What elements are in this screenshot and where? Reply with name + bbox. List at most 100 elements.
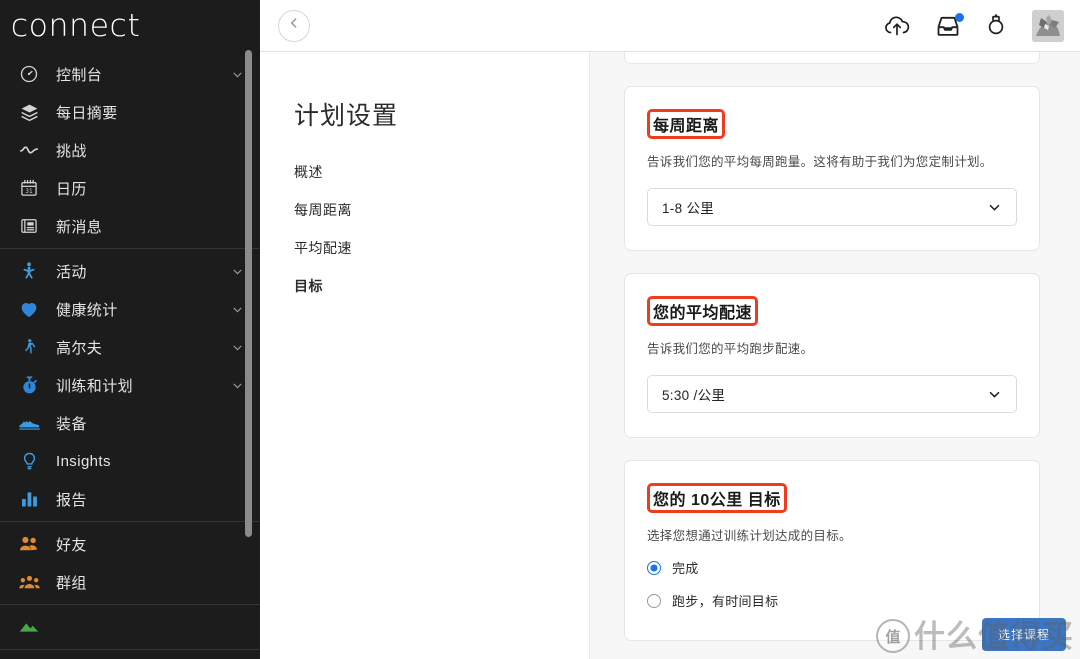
weekly-distance-select[interactable]: 1-8 公里 [647, 188, 1017, 226]
application-window: connect 控制台 每日摘要 挑战 31 日历 新消息 活动 健康统计 高尔… [0, 0, 1080, 659]
top-bar [260, 0, 1080, 52]
notification-badge [955, 12, 964, 22]
stopwatch-icon [16, 372, 42, 398]
sidebar-scrollbar-thumb[interactable] [245, 50, 252, 537]
sidebar-item-label: 健康统计 [56, 301, 118, 319]
inbox-icon[interactable] [936, 12, 964, 37]
calendar-icon: 31 [16, 175, 42, 201]
sidebar-nav: 控制台 每日摘要 挑战 31 日历 新消息 活动 健康统计 高尔夫 训练和计划 … [0, 52, 260, 659]
svg-text:31: 31 [25, 189, 33, 195]
cloud-upload-icon[interactable] [884, 15, 910, 37]
sidebar-item-golf[interactable]: 高尔夫 [0, 328, 260, 366]
chevron-down-icon[interactable] [231, 303, 244, 316]
chevron-down-icon[interactable] [231, 68, 244, 81]
card-description: 告诉我们您的平均跑步配速。 [647, 342, 814, 356]
chevron-left-icon [287, 16, 301, 35]
shoe-icon [16, 410, 42, 436]
nav-link-goal[interactable]: 目标 [294, 276, 589, 296]
card-weekly-distance: 每周距离 告诉我们您的平均每周跑量。这将有助于我们为您定制计划。 1-8 公里 [624, 86, 1040, 251]
page-title: 计划设置 [294, 102, 399, 130]
card-title: 每周距离 [653, 118, 720, 135]
annotated-title-weekly-distance: 每周距离 [647, 109, 726, 139]
sidebar-item-challenges[interactable]: 挑战 [0, 131, 260, 169]
radio-label: 跑步，有时间目标 [672, 594, 779, 609]
wave-icon [16, 137, 42, 163]
nav-link-average-pace[interactable]: 平均配速 [294, 238, 589, 258]
layers-icon [16, 99, 42, 125]
average-pace-select[interactable]: 5:30 /公里 [647, 375, 1017, 413]
sidebar-item-label: 训练和计划 [56, 377, 134, 395]
bar-chart-icon [16, 486, 42, 512]
goal-option-time-target[interactable]: 跑步，有时间目标 [647, 591, 1017, 610]
content-area: 计划设置 概述 每周距离 平均配速 目标 每周距离 告诉我们您的平均每周跑量。这… [260, 52, 1080, 659]
radio-button[interactable] [647, 593, 661, 608]
brand-logo-text: connect [10, 7, 141, 44]
goal-option-complete[interactable]: 完成 [647, 558, 1017, 577]
sidebar-scrollbar-track[interactable] [245, 50, 256, 650]
card-title: 您的平均配速 [653, 305, 753, 322]
annotated-title-goal: 您的 10公里 目标 [647, 483, 787, 513]
sidebar-item-label: Insights [56, 452, 111, 470]
mountain-icon [16, 614, 42, 640]
main-region: 计划设置 概述 每周距离 平均配速 目标 每周距离 告诉我们您的平均每周跑量。这… [260, 0, 1080, 659]
chevron-down-icon[interactable] [231, 379, 244, 392]
sidebar-item-news[interactable]: 新消息 [0, 207, 260, 245]
nav-link-weekly-distance[interactable]: 每周距离 [294, 200, 589, 220]
sidebar-item-health-stats[interactable]: 健康统计 [0, 290, 260, 328]
card-goal: 您的 10公里 目标 选择您想通过训练计划达成的目标。 完成 跑步，有时间目标 [624, 460, 1040, 641]
card-title: 您的 10公里 目标 [653, 492, 781, 509]
sidebar-item-label: 新消息 [56, 218, 103, 236]
sidebar-item-daily-summary[interactable]: 每日摘要 [0, 93, 260, 131]
sidebar-item-insights[interactable]: Insights [0, 442, 260, 480]
sidebar-item-activities[interactable]: 活动 [0, 252, 260, 290]
card-description: 选择您想通过训练计划达成的目标。 [647, 529, 852, 543]
sidebar-item-label: 挑战 [56, 142, 87, 160]
sidebar-item-label: 高尔夫 [56, 339, 103, 357]
sidebar-item-calendar[interactable]: 31 日历 [0, 169, 260, 207]
top-bar-icons [884, 9, 1064, 42]
sidebar-item-gear[interactable]: 装备 [0, 404, 260, 442]
chevron-down-icon [987, 200, 1002, 215]
sidebar-group-primary: 控制台 每日摘要 挑战 31 日历 新消息 [0, 52, 260, 249]
heart-icon [16, 296, 42, 322]
running-person-icon [16, 258, 42, 284]
select-value: 5:30 /公里 [662, 388, 726, 403]
plan-settings-nav-pane: 计划设置 概述 每周距离 平均配速 目标 [260, 52, 590, 659]
groups-icon [16, 569, 42, 595]
radio-label: 完成 [672, 561, 699, 576]
sidebar-item-groups[interactable]: 群组 [0, 563, 260, 601]
sidebar-item-clipped[interactable] [0, 608, 260, 646]
sidebar-group-fitness: 活动 健康统计 高尔夫 训练和计划 装备 Insights 报告 [0, 249, 260, 522]
card-average-pace: 您的平均配速 告诉我们您的平均跑步配速。 5:30 /公里 [624, 273, 1040, 438]
select-course-button[interactable]: 选择课程 [981, 618, 1066, 651]
sidebar-item-friends[interactable]: 好友 [0, 525, 260, 563]
sidebar-item-label: 日历 [56, 180, 87, 198]
dashboard-icon [16, 61, 42, 87]
sidebar-item-training-plans[interactable]: 训练和计划 [0, 366, 260, 404]
sidebar-group-social: 好友 群组 [0, 522, 260, 605]
back-button[interactable] [278, 9, 310, 42]
chevron-down-icon[interactable] [231, 265, 244, 278]
chevron-down-icon[interactable] [231, 341, 244, 354]
card-previous-clipped [624, 52, 1040, 64]
watch-icon[interactable] [986, 13, 1006, 38]
sidebar-item-label: 报告 [56, 491, 87, 509]
nav-link-overview[interactable]: 概述 [294, 162, 589, 182]
sidebar-item-label: 活动 [56, 263, 87, 281]
sidebar: connect 控制台 每日摘要 挑战 31 日历 新消息 活动 健康统计 高尔… [0, 0, 260, 659]
radio-button-selected[interactable] [647, 560, 661, 575]
brand-logo[interactable]: connect [0, 0, 260, 52]
sidebar-item-label: 好友 [56, 536, 87, 554]
sidebar-item-dashboard[interactable]: 控制台 [0, 55, 260, 93]
sidebar-item-reports[interactable]: 报告 [0, 480, 260, 518]
news-icon [16, 213, 42, 239]
friends-icon [16, 531, 42, 557]
sidebar-item-label: 每日摘要 [56, 104, 118, 122]
chevron-down-icon [987, 387, 1002, 402]
user-avatar[interactable] [1032, 9, 1064, 42]
lightbulb-icon [16, 448, 42, 474]
golf-icon [16, 334, 42, 360]
settings-cards-pane: 每周距离 告诉我们您的平均每周跑量。这将有助于我们为您定制计划。 1-8 公里 [590, 52, 1080, 659]
select-value: 1-8 公里 [662, 201, 715, 216]
card-description: 告诉我们您的平均每周跑量。这将有助于我们为您定制计划。 [647, 155, 993, 169]
